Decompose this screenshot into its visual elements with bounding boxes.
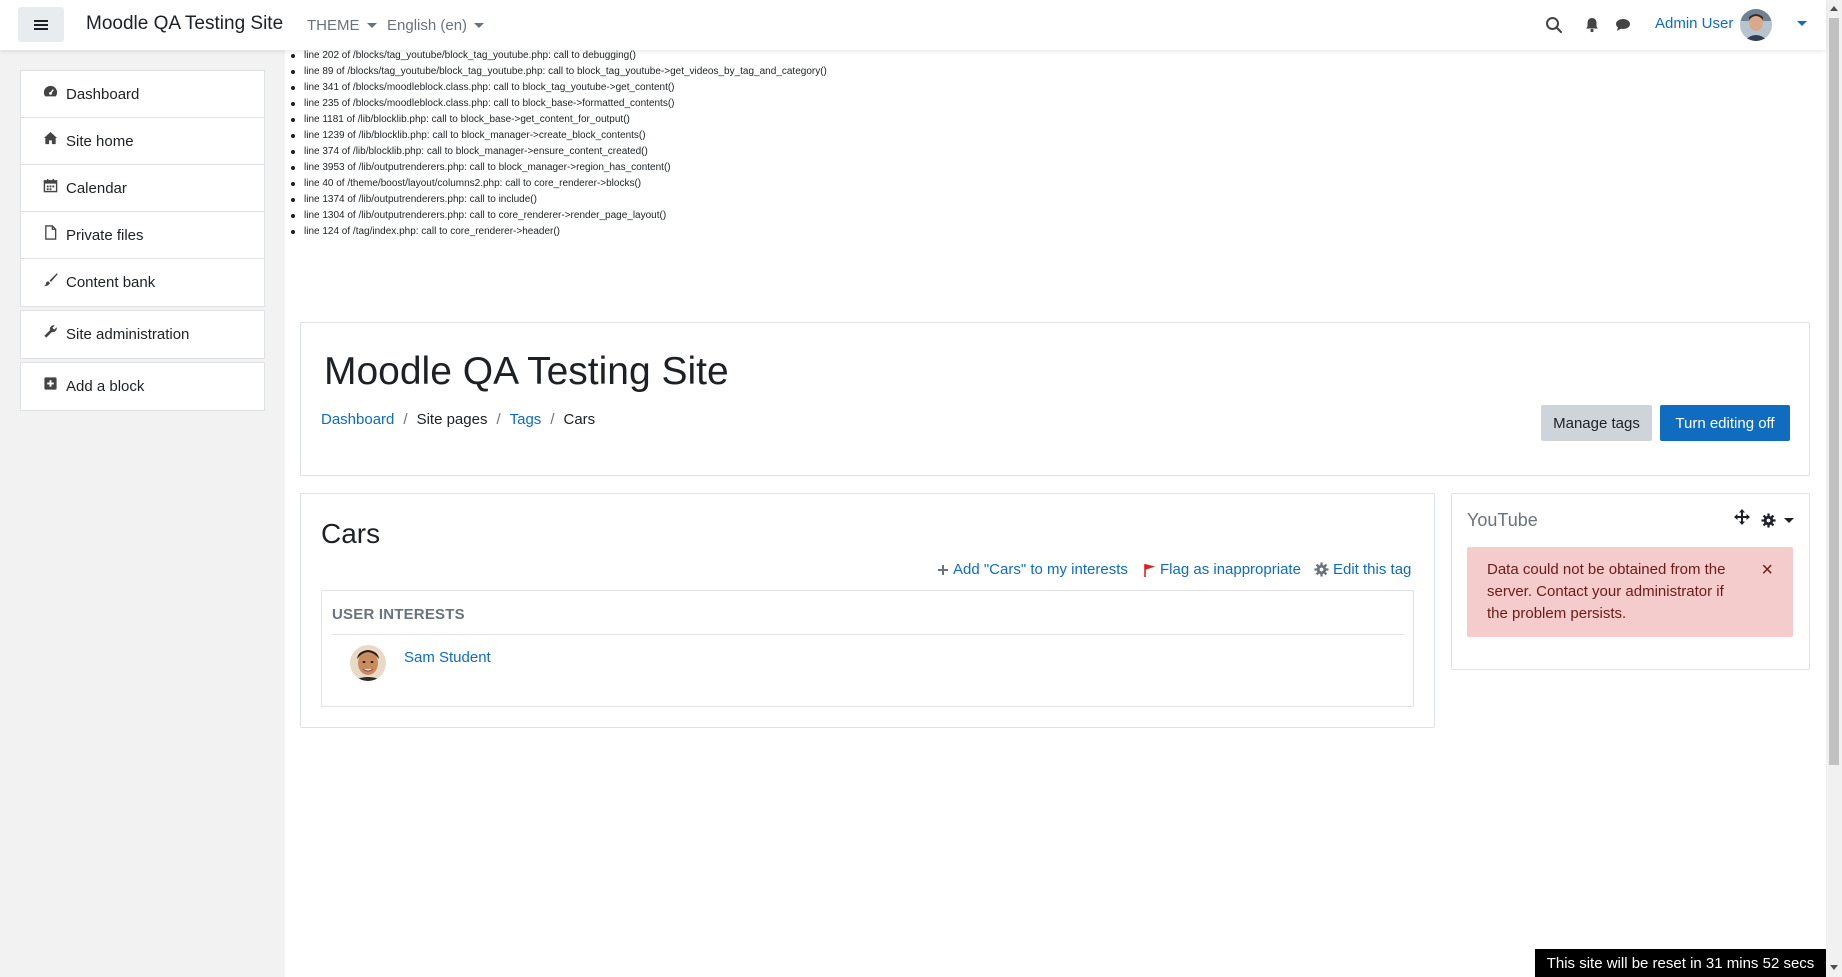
debug-backtrace: line 202 of /blocks/tag_youtube/block_ta… [289,50,827,242]
debug-line: line 1374 of /lib/outputrenderers.php: c… [289,194,827,210]
sidebar-item-site-administration[interactable]: Site administration [21,311,264,358]
user-link[interactable]: Sam Student [404,649,491,666]
turn-editing-off-button[interactable]: Turn editing off [1660,405,1790,441]
language-menu[interactable]: English (en) [387,17,485,34]
flag-inappropriate-label: Flag as inappropriate [1160,561,1301,578]
avatar[interactable] [1740,9,1772,41]
sidebar-item-content-bank[interactable]: Content bank [21,259,264,306]
breadcrumb-separator: / [496,411,501,428]
move-icon[interactable] [1734,509,1750,525]
chevron-down-icon[interactable] [1784,518,1794,523]
debug-line: line 341 of /blocks/moodleblock.class.ph… [289,82,827,98]
home-icon [42,130,58,146]
page-title: Moodle QA Testing Site [324,350,729,393]
plus-icon [938,564,948,575]
debug-line: line 1304 of /lib/outputrenderers.php: c… [289,210,827,226]
debug-line: line 3953 of /lib/outputrenderers.php: c… [289,162,827,178]
debug-line: line 1181 of /lib/blocklib.php: call to … [289,114,827,130]
alert-text: Data could not be obtained from the serv… [1487,561,1726,622]
breadcrumb-separator: / [550,411,555,428]
drawer-toggle-button[interactable] [18,7,64,42]
language-menu-label: English (en) [387,17,468,34]
sidebar-item-label: Dashboard [66,85,140,103]
sidebar-item-private-files[interactable]: Private files [21,212,264,259]
breadcrumb-tags-link[interactable]: Tags [510,411,542,428]
debug-line: line 202 of /blocks/tag_youtube/block_ta… [289,50,827,66]
theme-menu-label: THEME [307,17,360,34]
divider [332,634,1404,635]
nav-drawer-main-group: Dashboard Site home Calendar Private fil… [20,70,265,307]
tag-title: Cars [321,518,381,549]
edit-tag-label: Edit this tag [1333,561,1412,578]
top-navbar: Moodle QA Testing Site THEME English (en… [0,0,1826,50]
search-icon[interactable] [1545,16,1563,34]
gear-icon [1314,562,1329,577]
user-menu-chevron-icon[interactable] [1797,21,1807,26]
user-interests-heading: USER INTERESTS [332,606,465,623]
brush-icon [42,272,58,288]
sidebar-item-label: Calendar [66,179,127,197]
bell-icon[interactable] [1583,16,1601,34]
sidebar-item-calendar[interactable]: Calendar [21,165,264,212]
debug-line: line 124 of /tag/index.php: call to core… [289,226,827,242]
nav-drawer: Dashboard Site home Calendar Private fil… [0,50,285,977]
site-reset-banner: This site will be reset in 31 mins 52 se… [1535,949,1826,977]
wrench-icon [42,324,58,340]
scroll-down-icon[interactable] [1830,965,1838,970]
chat-icon[interactable] [1614,16,1632,34]
sidebar-item-dashboard[interactable]: Dashboard [21,71,264,118]
file-icon [42,224,58,240]
chevron-down-icon [474,23,485,28]
debug-line: line 1239 of /lib/blocklib.php: call to … [289,130,827,146]
debug-line: line 40 of /theme/boost/layout/columns2.… [289,178,827,194]
close-icon[interactable]: × [1761,560,1773,580]
sidebar-item-label: Add a block [66,378,145,395]
scroll-up-icon[interactable] [1830,6,1838,11]
breadcrumb-separator: / [403,411,408,428]
dashboard-icon [42,83,58,99]
theme-menu[interactable]: THEME [307,17,377,34]
sidebar-item-site-home[interactable]: Site home [21,118,264,165]
sidebar-item-add-block[interactable]: Add a block [21,363,264,410]
manage-tags-button[interactable]: Manage tags [1541,405,1652,441]
add-to-interests-link[interactable]: Add "Cars" to my interests [937,561,1128,578]
chevron-down-icon [366,23,377,28]
debug-line: line 374 of /lib/blocklib.php: call to b… [289,146,827,162]
youtube-error-alert: Data could not be obtained from the serv… [1467,547,1793,637]
calendar-icon [42,177,58,193]
add-to-interests-label: Add "Cars" to my interests [953,561,1128,578]
flag-inappropriate-link[interactable]: Flag as inappropriate [1143,561,1301,578]
site-brand[interactable]: Moodle QA Testing Site [86,13,283,35]
breadcrumb: Dashboard / Site pages / Tags / Cars [321,411,595,428]
nav-drawer-block-group: Add a block [20,362,265,411]
sidebar-item-label: Site home [66,132,134,150]
scrollbar-thumb[interactable] [1829,18,1839,765]
flag-icon [1144,563,1155,577]
nav-drawer-admin-group: Site administration [20,310,265,359]
plus-square-icon [42,376,58,392]
page-scrollbar[interactable] [1826,0,1842,977]
breadcrumb-dashboard-link[interactable]: Dashboard [321,411,394,428]
sidebar-item-label: Site administration [66,326,190,343]
avatar[interactable] [350,645,386,681]
user-menu-name[interactable]: Admin User [1655,15,1733,32]
gear-icon[interactable] [1761,513,1776,528]
hamburger-icon [34,19,48,30]
debug-line: line 235 of /blocks/moodleblock.class.ph… [289,98,827,114]
debug-line: line 89 of /blocks/tag_youtube/block_tag… [289,66,827,82]
sidebar-item-label: Content bank [66,274,156,291]
page-header-card [300,322,1810,476]
edit-tag-link[interactable]: Edit this tag [1314,561,1411,578]
breadcrumb-site-pages: Site pages [416,411,488,428]
breadcrumb-current: Cars [563,411,596,428]
youtube-block-title: YouTube [1467,510,1538,530]
sidebar-item-label: Private files [66,226,144,244]
